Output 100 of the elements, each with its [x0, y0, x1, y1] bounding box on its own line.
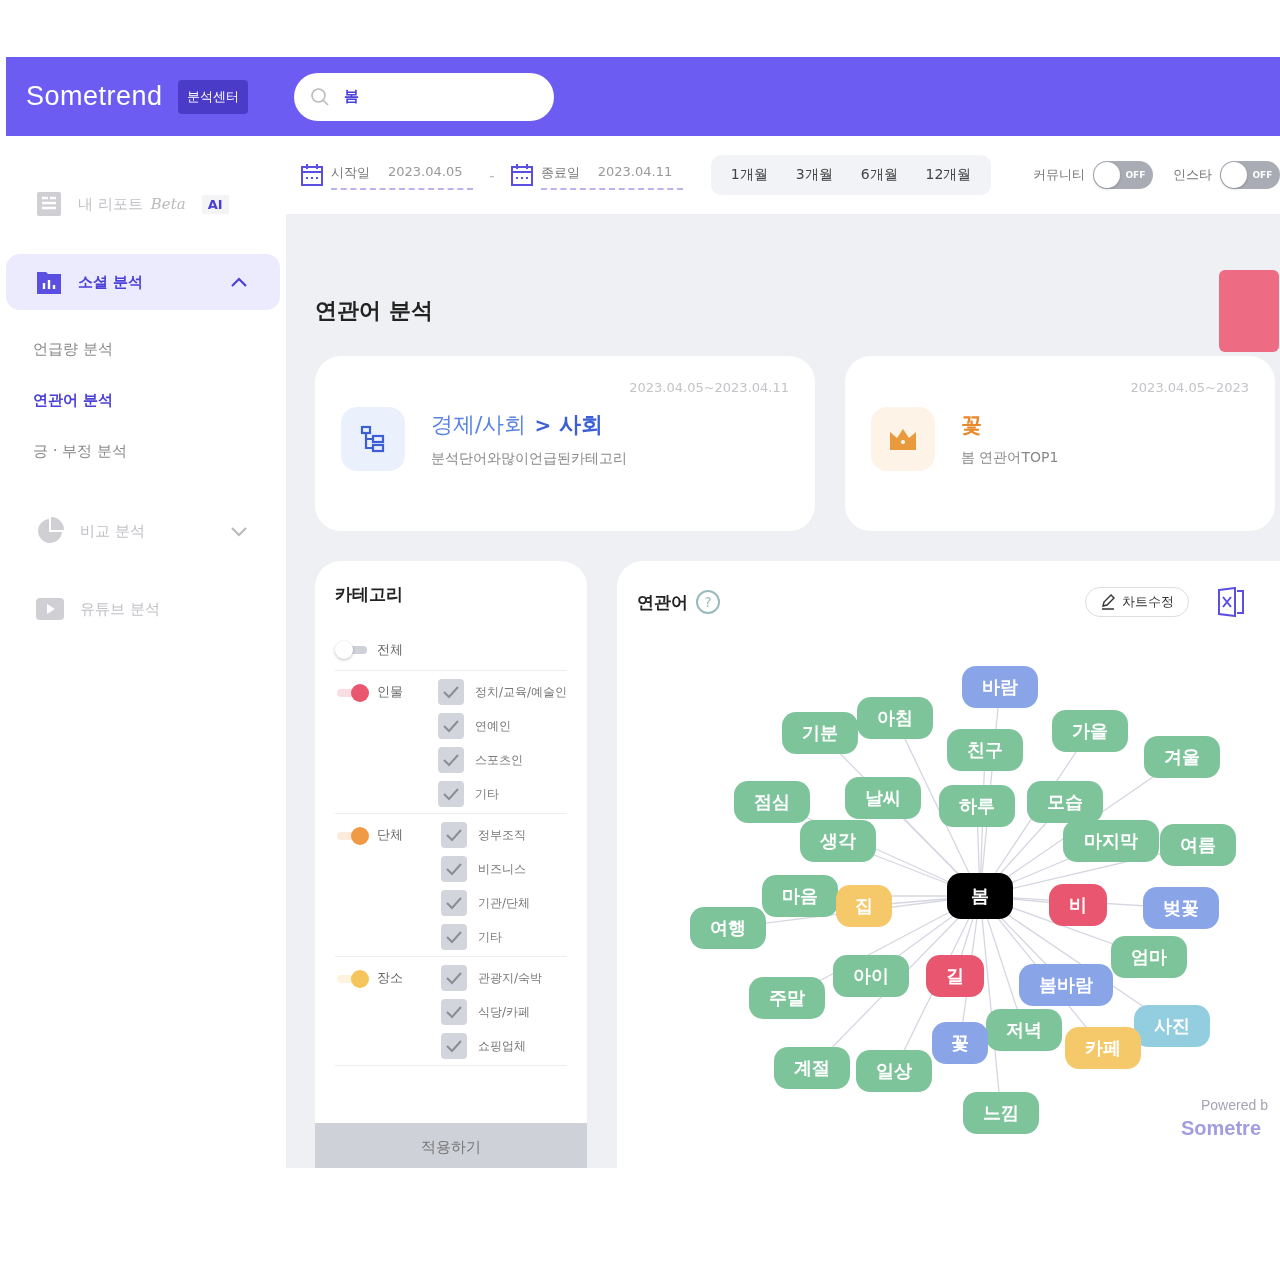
start-date-field[interactable]: 시작일 2023.04.05: [331, 160, 473, 190]
checkbox-label: 비즈니스: [478, 860, 526, 878]
word-node[interactable]: 하루: [939, 785, 1015, 827]
word-node[interactable]: 사진: [1134, 1005, 1210, 1047]
source-label: 커뮤니티: [1033, 166, 1086, 184]
word-node[interactable]: 벚꽃: [1143, 887, 1219, 929]
period-button[interactable]: 6개월: [846, 158, 912, 192]
source-label: 인스타: [1173, 166, 1213, 184]
checkbox[interactable]: [441, 822, 467, 848]
video-play-icon: [36, 598, 64, 620]
credit-text: Powered b: [1201, 1097, 1268, 1113]
sidebar-item[interactable]: 내 리포트 Beta AI: [6, 176, 280, 232]
word-node[interactable]: 마음: [762, 875, 838, 917]
check-icon: [445, 896, 463, 910]
logo[interactable]: Sometrend: [26, 81, 163, 112]
word-node[interactable]: 엄마: [1111, 936, 1187, 978]
sidebar-item[interactable]: 소셜 분석: [6, 254, 280, 310]
panel-title: 연관어: [637, 590, 688, 614]
document-icon: [36, 191, 62, 217]
word-node[interactable]: 저녁: [986, 1009, 1062, 1051]
word-node[interactable]: 날씨: [845, 777, 921, 819]
word-node[interactable]: 모습: [1027, 781, 1103, 823]
check-icon: [441, 719, 460, 733]
toggle-label: 단체: [377, 826, 403, 844]
checkbox[interactable]: [441, 1033, 467, 1059]
word-node[interactable]: 길: [926, 955, 984, 997]
sidebar-subitem[interactable]: 언급량 분석: [33, 340, 113, 359]
word-node[interactable]: 주말: [749, 977, 825, 1019]
toggle-label: 전체: [377, 641, 403, 659]
check-icon: [441, 787, 460, 801]
toggle-switch[interactable]: [335, 640, 369, 660]
period-button[interactable]: 12개월: [911, 158, 986, 192]
ai-badge: AI: [201, 194, 229, 214]
word-node[interactable]: 꽃: [932, 1022, 988, 1064]
checkbox-label: 기타: [478, 928, 502, 946]
sidebar-item[interactable]: 비교 분석: [6, 503, 280, 559]
edit-chart-button[interactable]: 차트수정: [1085, 587, 1189, 617]
word-node[interactable]: 아이: [833, 955, 909, 997]
section-badge: 분석센터: [177, 79, 248, 114]
toggle-switch[interactable]: [335, 683, 369, 703]
word-node[interactable]: 생각: [800, 820, 876, 862]
calendar-icon: [510, 164, 533, 186]
sidebar-subitem[interactable]: 긍 · 부정 분석: [33, 442, 128, 461]
checkbox-label: 스포츠인: [474, 751, 523, 769]
checkbox[interactable]: [441, 856, 467, 882]
sidebar-subitem[interactable]: 연관어 분석: [33, 391, 114, 410]
category-tree-icon: [341, 407, 405, 471]
checkbox[interactable]: [437, 747, 464, 773]
checkbox[interactable]: [441, 924, 467, 950]
check-icon: [441, 753, 460, 767]
end-date-field[interactable]: 종료일 2023.04.11: [540, 160, 683, 190]
toggle-switch[interactable]: [335, 969, 369, 989]
help-icon[interactable]: ?: [696, 590, 720, 614]
word-node[interactable]: 마지막: [1063, 820, 1159, 862]
checkbox[interactable]: [441, 999, 467, 1025]
word-node[interactable]: 가을: [1052, 710, 1128, 752]
search-field[interactable]: 봄: [293, 72, 554, 121]
toggle-switch[interactable]: [335, 826, 369, 846]
apply-button[interactable]: 적용하기: [315, 1123, 587, 1168]
period-button[interactable]: 1개월: [716, 158, 782, 192]
word-node[interactable]: 기분: [782, 712, 858, 754]
word-node[interactable]: 바람: [962, 666, 1038, 708]
sidebar-item[interactable]: 유튜브 분석: [6, 581, 280, 637]
check-icon: [445, 862, 463, 876]
panel-title: 카테고리: [335, 583, 404, 606]
pencil-icon: [1100, 594, 1116, 610]
category-path: 경제/사회: [431, 411, 527, 439]
checkbox[interactable]: [441, 890, 467, 916]
word-node[interactable]: 아침: [857, 697, 933, 739]
word-node[interactable]: 친구: [947, 729, 1023, 771]
excel-icon[interactable]: [1217, 587, 1245, 617]
period-button[interactable]: 3개월: [781, 158, 847, 192]
check-icon: [445, 828, 463, 842]
checkbox[interactable]: [437, 679, 464, 705]
checkbox-label: 연예인: [474, 717, 511, 735]
checkbox-label: 기관/단체: [478, 894, 531, 912]
word-node[interactable]: 계절: [774, 1047, 850, 1089]
toggle-label: 인물: [377, 683, 403, 701]
bar-chart-icon: [36, 269, 62, 295]
check-icon: [445, 971, 463, 985]
word-node[interactable]: 카페: [1065, 1027, 1141, 1069]
checkbox[interactable]: [437, 713, 464, 739]
center-word-node[interactable]: 봄: [947, 873, 1013, 919]
word-node[interactable]: 집: [836, 885, 892, 927]
checkbox-label: 정치/교육/예술인: [474, 683, 567, 701]
word-node[interactable]: 여름: [1160, 824, 1236, 866]
check-icon: [445, 1039, 463, 1053]
checkbox[interactable]: [441, 965, 467, 991]
word-node[interactable]: 점심: [734, 781, 810, 823]
word-node[interactable]: 비: [1049, 884, 1107, 926]
word-node[interactable]: 여행: [690, 907, 766, 949]
top-word: 꽃: [961, 412, 982, 439]
word-node[interactable]: 느낌: [963, 1092, 1039, 1134]
check-icon: [441, 685, 460, 699]
source-toggle[interactable]: OFF: [1220, 161, 1280, 189]
word-node[interactable]: 봄바람: [1019, 964, 1113, 1006]
source-toggle[interactable]: OFF: [1093, 161, 1154, 189]
word-node[interactable]: 일상: [856, 1050, 932, 1092]
checkbox[interactable]: [437, 781, 464, 807]
word-node[interactable]: 겨울: [1144, 736, 1220, 778]
